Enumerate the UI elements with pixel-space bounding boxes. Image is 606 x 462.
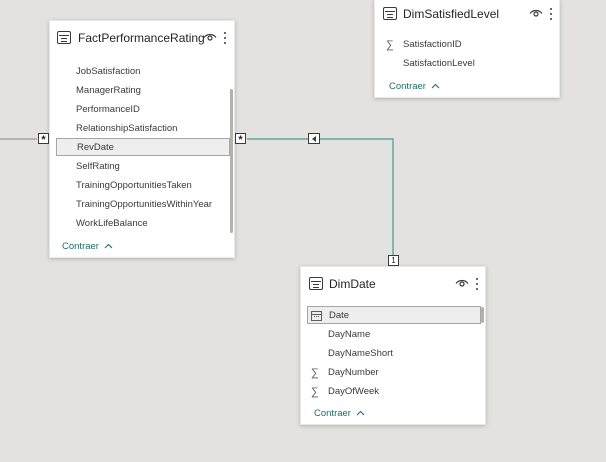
table-title[interactable]: FactPerformanceRating	[78, 31, 205, 45]
table-card-dim-date[interactable]: DimDate Date DayName DayNameShort ∑ DayN…	[300, 266, 486, 425]
field-label: SatisfactionLevel	[403, 58, 475, 69]
field-row[interactable]: DayOfWeek	[328, 383, 478, 401]
field-row[interactable]: RelationshipSatisfaction	[76, 120, 226, 138]
sigma-icon: ∑	[311, 386, 319, 398]
field-label: SelfRating	[76, 161, 120, 172]
eye-icon[interactable]	[529, 9, 543, 18]
table-title[interactable]: DimDate	[329, 277, 376, 291]
collapse-label: Contraer	[62, 241, 99, 252]
field-row[interactable]: SelfRating	[76, 158, 226, 176]
filter-direction-icon[interactable]	[308, 133, 320, 144]
scrollbar[interactable]	[230, 89, 233, 233]
collapse-label: Contraer	[314, 408, 351, 419]
many-cardinality-badge-fact[interactable]: *	[235, 133, 246, 146]
chevron-up-icon	[431, 83, 439, 89]
field-label: DayNameShort	[328, 348, 393, 359]
field-label: JobSatisfaction	[76, 66, 141, 77]
field-row[interactable]: SatisfactionLevel	[403, 55, 553, 73]
model-canvas[interactable]: FactPerformanceRating JobSatisfaction Ma…	[0, 0, 606, 462]
many-cardinality-badge-left[interactable]: *	[38, 133, 49, 146]
chevron-up-icon	[356, 410, 364, 416]
eye-icon[interactable]	[203, 33, 217, 42]
collapse-button[interactable]: Contraer	[389, 81, 440, 92]
eye-icon[interactable]	[455, 279, 469, 288]
field-label: TrainingOpportunitiesTaken	[76, 180, 192, 191]
field-row[interactable]: WorkLifeBalance	[76, 215, 226, 233]
field-label: RevDate	[77, 142, 114, 153]
field-row[interactable]: TrainingOpportunitiesWithinYear	[76, 196, 226, 214]
table-icon	[309, 277, 323, 290]
field-label: WorkLifeBalance	[76, 218, 148, 229]
field-label: TrainingOpportunitiesWithinYear	[76, 199, 213, 210]
field-row[interactable]: SatisfactionID	[403, 36, 553, 54]
field-row[interactable]: JobSatisfaction	[76, 63, 226, 81]
collapse-button[interactable]: Contraer	[62, 241, 113, 252]
field-row[interactable]: DayName	[328, 326, 478, 344]
table-icon	[383, 7, 397, 20]
one-cardinality-badge-date[interactable]: 1	[388, 255, 399, 266]
field-row-selected[interactable]: Date	[307, 306, 481, 324]
sigma-icon: ∑	[386, 39, 394, 51]
field-label: SatisfactionID	[403, 39, 462, 50]
scrollbar[interactable]	[481, 307, 484, 323]
field-label: DayOfWeek	[328, 386, 380, 397]
calendar-icon	[311, 311, 322, 321]
field-label: ManagerRating	[76, 85, 141, 96]
table-card-dim-satisfied-level[interactable]: DimSatisfiedLevel ∑ SatisfactionID Satis…	[374, 0, 560, 98]
field-label: DayName	[328, 329, 371, 340]
field-label: RelationshipSatisfaction	[76, 123, 178, 134]
more-options-icon[interactable]	[475, 277, 479, 291]
table-icon	[57, 31, 71, 44]
field-row[interactable]: TrainingOpportunitiesTaken	[76, 177, 226, 195]
table-card-fact-performance-rating[interactable]: FactPerformanceRating JobSatisfaction Ma…	[49, 20, 235, 258]
field-row[interactable]: DayNameShort	[328, 345, 478, 363]
table-header[interactable]: FactPerformanceRating	[50, 21, 234, 51]
field-row[interactable]: PerformanceID	[76, 101, 226, 119]
collapse-label: Contraer	[389, 81, 426, 92]
collapse-button[interactable]: Contraer	[314, 408, 365, 419]
more-options-icon[interactable]	[549, 7, 553, 21]
chevron-up-icon	[104, 243, 112, 249]
field-row-selected[interactable]: RevDate	[56, 138, 230, 156]
table-header[interactable]: DimDate	[301, 267, 485, 297]
field-row[interactable]: ManagerRating	[76, 82, 226, 100]
field-row[interactable]: DayNumber	[328, 364, 478, 382]
table-title[interactable]: DimSatisfiedLevel	[403, 7, 499, 21]
field-label: Date	[329, 310, 350, 321]
relationship-line-fact-date[interactable]	[247, 138, 394, 255]
more-options-icon[interactable]	[223, 31, 227, 45]
table-header[interactable]: DimSatisfiedLevel	[375, 0, 559, 29]
sigma-icon: ∑	[311, 367, 319, 379]
field-label: DayNumber	[328, 367, 379, 378]
field-label: PerformanceID	[76, 104, 140, 115]
